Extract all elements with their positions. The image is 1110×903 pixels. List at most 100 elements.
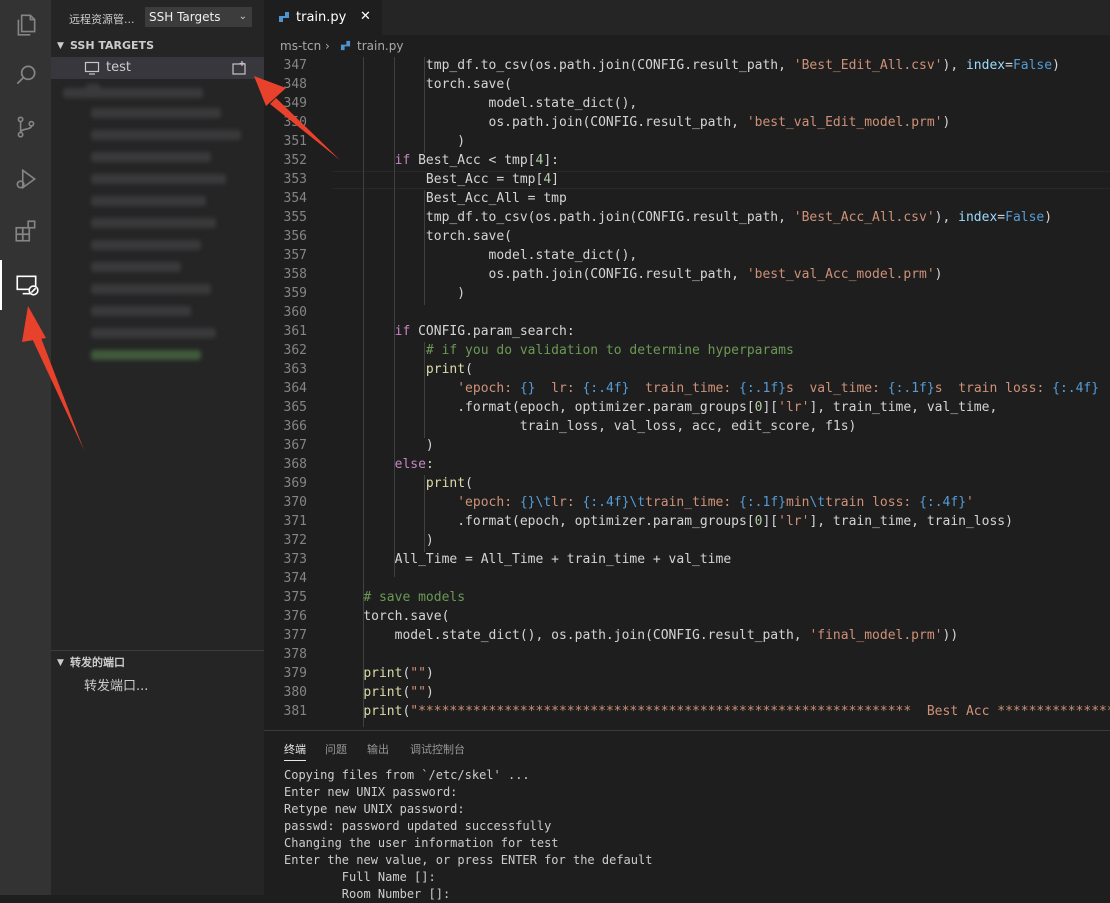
tab-output[interactable]: 输出 xyxy=(367,741,389,757)
code-line: print( xyxy=(425,362,473,377)
line-number: 349 xyxy=(283,96,307,111)
terminal-line: Enter the new value, or press ENTER for … xyxy=(284,853,653,867)
breadcrumb-file[interactable]: train.py xyxy=(357,35,403,57)
forwarded-ports-section: ▼ 转发的端口 转发端口... xyxy=(51,650,264,694)
line-number: 373 xyxy=(283,552,307,567)
line-number: 352 xyxy=(283,153,307,168)
source-control-icon[interactable] xyxy=(0,102,51,152)
code-line: if Best_Acc < tmp[4]: xyxy=(394,153,559,168)
line-number: 360 xyxy=(283,305,307,320)
line-number: 363 xyxy=(283,362,307,377)
code-line: train_loss, val_loss, acc, edit_score, f… xyxy=(332,419,857,434)
run-debug-icon[interactable] xyxy=(0,154,51,204)
close-icon[interactable]: ✕ xyxy=(360,9,371,24)
line-number: 367 xyxy=(283,438,307,453)
chevron-down-icon: ⌄ xyxy=(238,11,247,22)
line-number: 347 xyxy=(283,58,307,73)
line-number: 361 xyxy=(283,324,307,339)
code-line: print("") xyxy=(363,666,434,681)
code-line: ) xyxy=(332,533,434,548)
line-number: 350 xyxy=(283,115,307,130)
monitor-icon xyxy=(84,60,100,84)
breadcrumb-folder[interactable]: ms-tcn xyxy=(280,35,321,57)
target-type-value: SSH Targets xyxy=(149,10,221,24)
code-line: tmp_df.to_csv(os.path.join(CONFIG.result… xyxy=(332,210,1053,225)
target-type-select[interactable]: SSH Targets ⌄ xyxy=(145,7,252,27)
code-line: print("*********************************… xyxy=(363,704,1110,719)
code-line: ) xyxy=(332,438,434,453)
line-number: 362 xyxy=(283,343,307,358)
code-line: model.state_dict(), os.path.join(CONFIG.… xyxy=(332,628,959,643)
code-line: if CONFIG.param_search: xyxy=(394,324,575,339)
code-line: torch.save( xyxy=(332,609,450,624)
forwarded-ports-header[interactable]: ▼ 转发的端口 xyxy=(51,652,264,674)
bottom-panel: 终端 问题 输出 调试控制台 Copying files from `/etc/… xyxy=(264,730,1110,901)
ssh-targets-section-header[interactable]: ▼ SSH TARGETS xyxy=(51,35,264,57)
terminal-line: Retype new UNIX password: xyxy=(284,802,465,816)
code-line: print( xyxy=(425,476,473,491)
line-number: 366 xyxy=(283,419,307,434)
line-number: 368 xyxy=(283,457,307,472)
code-line: model.state_dict(), xyxy=(332,96,638,111)
code-line: torch.save( xyxy=(332,229,513,244)
terminal-line: Full Name []: xyxy=(284,870,436,884)
code-line: ) xyxy=(332,134,466,149)
line-number: 377 xyxy=(283,628,307,643)
code-line: tmp_df.to_csv(os.path.join(CONFIG.result… xyxy=(332,58,1060,73)
line-number: 359 xyxy=(283,286,307,301)
tab-terminal[interactable]: 终端 xyxy=(284,741,306,761)
tab-debug-console[interactable]: 调试控制台 xyxy=(410,741,465,757)
activity-bar xyxy=(0,0,51,895)
terminal-line: Changing the user information for test xyxy=(284,836,559,850)
terminal-line: Enter new UNIX password: xyxy=(284,785,458,799)
explorer-icon[interactable] xyxy=(0,0,51,50)
forward-port-item[interactable]: 转发端口... xyxy=(84,675,148,694)
line-number: 378 xyxy=(283,647,307,662)
code-line: .format(epoch, optimizer.param_groups[0]… xyxy=(332,400,998,415)
code-line: All_Time = All_Time + train_time + val_t… xyxy=(332,552,732,567)
tab-train-py[interactable]: train.py ✕ xyxy=(264,0,382,35)
line-number: 370 xyxy=(283,495,307,510)
chevron-down-icon: ▼ xyxy=(57,41,64,51)
section-label: 转发的端口 xyxy=(70,656,125,669)
section-label: SSH TARGETS xyxy=(70,39,154,52)
editor-tabs: train.py ✕ xyxy=(264,0,1110,35)
line-number: 374 xyxy=(283,571,307,586)
code-line: torch.save( xyxy=(332,77,513,92)
line-number: 380 xyxy=(283,685,307,700)
code-line: Best_Acc_All = tmp xyxy=(332,191,567,206)
code-line: # if you do validation to determine hype… xyxy=(425,343,794,358)
extensions-icon[interactable] xyxy=(0,206,51,256)
code-line: 'epoch: {}\tlr: {:.4f}\ttrain_time: {:.1… xyxy=(457,495,974,510)
code-line: ) xyxy=(332,286,466,301)
line-number: 354 xyxy=(283,191,307,206)
line-number: 369 xyxy=(283,476,307,491)
open-in-new-window-icon[interactable] xyxy=(231,60,247,84)
code-line: os.path.join(CONFIG.result_path, 'best_v… xyxy=(332,115,951,130)
code-line: model.state_dict(), xyxy=(332,248,638,263)
remote-explorer-icon[interactable] xyxy=(0,260,51,310)
ssh-target-test[interactable]: test xyxy=(51,57,264,79)
line-number: 381 xyxy=(283,704,307,719)
code-line: # save models xyxy=(363,590,466,605)
line-number: 364 xyxy=(283,381,307,396)
code-line: os.path.join(CONFIG.result_path, 'best_v… xyxy=(332,267,943,282)
code-line: Best_Acc = tmp[4] xyxy=(332,172,559,187)
line-number: 379 xyxy=(283,666,307,681)
editor-area: train.py ✕ ms-tcn › train.py 347 tmp_df.… xyxy=(264,0,1110,730)
line-number: 353 xyxy=(283,172,307,187)
sidebar-header: 远程资源管... SSH Targets ⌄ xyxy=(51,0,264,36)
line-number: 356 xyxy=(283,229,307,244)
remote-explorer-sidebar: 远程资源管... SSH Targets ⌄ ▼ SSH TARGETS tes… xyxy=(51,0,264,895)
tab-problems[interactable]: 问题 xyxy=(325,741,347,757)
line-number: 375 xyxy=(283,590,307,605)
line-number: 372 xyxy=(283,533,307,548)
ssh-target-label: test xyxy=(106,60,131,75)
python-file-icon xyxy=(340,40,351,51)
tab-label: train.py xyxy=(296,10,347,25)
terminal-output[interactable]: Copying files from `/etc/skel' ... Enter … xyxy=(284,767,652,903)
code-editor[interactable]: 347 tmp_df.to_csv(os.path.join(CONFIG.re… xyxy=(264,57,1110,727)
line-number: 351 xyxy=(283,134,307,149)
search-icon[interactable] xyxy=(0,50,51,100)
terminal-line: Copying files from `/etc/skel' ... xyxy=(284,768,530,782)
